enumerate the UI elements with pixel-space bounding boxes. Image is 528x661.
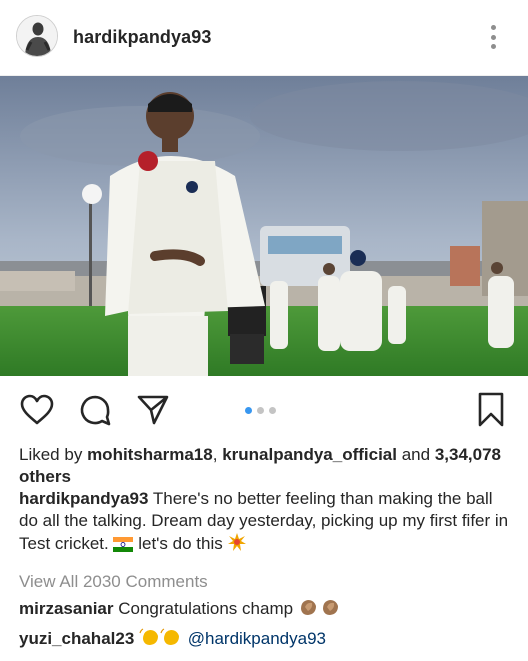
- carousel-indicator: [245, 407, 276, 414]
- cricket-photo: [0, 76, 528, 376]
- clapping-hands-emoji: [298, 597, 342, 623]
- likes-summary: Liked by mohitsharma18, krunalpandya_off…: [19, 444, 514, 488]
- post-photo[interactable]: [0, 76, 528, 376]
- carousel-dot: [269, 407, 276, 414]
- and-label: and: [401, 445, 431, 464]
- comment: mirzasaniar Congratulations champ: [19, 597, 342, 623]
- comment-username[interactable]: yuzi_chahal23: [19, 629, 134, 648]
- likes-others-label[interactable]: others: [19, 467, 71, 486]
- view-all-comments-link[interactable]: View All 2030 Comments: [19, 571, 208, 593]
- post-header: hardikpandya93: [0, 0, 528, 76]
- post-username[interactable]: hardikpandya93: [73, 27, 211, 48]
- heart-icon[interactable]: [18, 390, 56, 430]
- waving-hands-emoji: [139, 627, 183, 653]
- carousel-dot-active: [245, 407, 252, 414]
- more-options-icon[interactable]: [482, 22, 504, 52]
- separator: ,: [212, 445, 218, 464]
- liker-username[interactable]: mohitsharma18: [87, 445, 213, 464]
- action-bar: [0, 390, 528, 430]
- comment-username[interactable]: mirzasaniar: [19, 599, 114, 618]
- caption-text-end: let's do this: [138, 534, 223, 553]
- carousel-dot: [257, 407, 264, 414]
- post-caption: hardikpandya93 There's no better feeling…: [19, 488, 514, 558]
- comment-bubble-icon[interactable]: [76, 390, 114, 430]
- liked-by-label: Liked by: [19, 445, 83, 464]
- comment-text: Congratulations champ: [118, 599, 294, 618]
- caption-username[interactable]: hardikpandya93: [19, 489, 148, 508]
- avatar-image: [17, 16, 57, 56]
- india-flag-emoji: [113, 536, 134, 558]
- likes-count[interactable]: 3,34,078: [435, 445, 501, 464]
- mention-link[interactable]: @hardikpandya93: [188, 629, 326, 648]
- comment: yuzi_chahal23 @hardikpandya93: [19, 627, 326, 653]
- collision-emoji: [227, 532, 247, 558]
- avatar[interactable]: [16, 15, 58, 57]
- liker-username[interactable]: krunalpandya_official: [222, 445, 397, 464]
- bookmark-icon[interactable]: [472, 390, 510, 430]
- paper-plane-icon[interactable]: [134, 390, 172, 430]
